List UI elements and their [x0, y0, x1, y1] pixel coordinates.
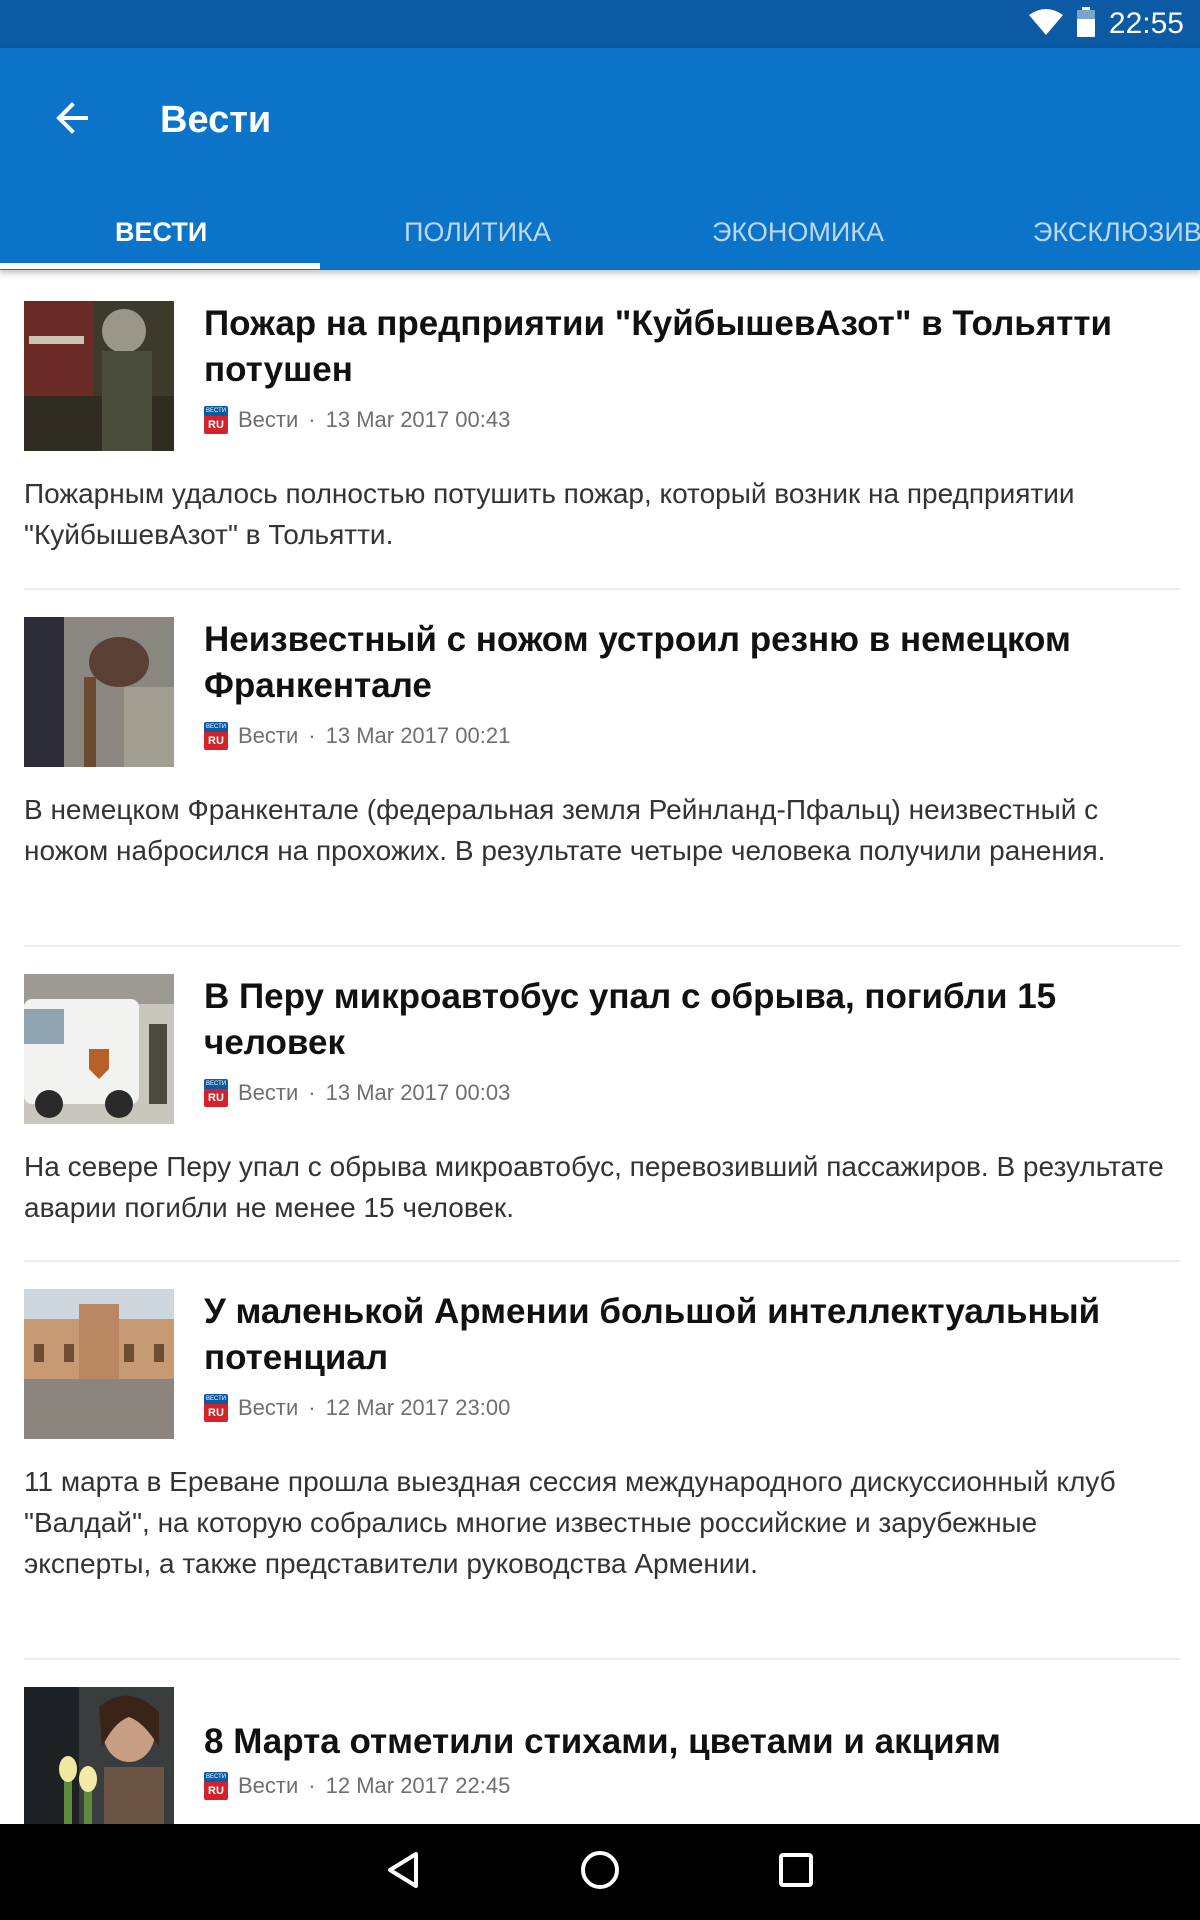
article-date: 12 Mar 2017 22:45: [325, 1773, 511, 1798]
tab-vesti[interactable]: ВЕСТИ: [115, 208, 207, 266]
nav-home-button[interactable]: [570, 1842, 630, 1902]
news-feed[interactable]: Пожар на предприятии "КуйбышевАзот" в То…: [0, 270, 1200, 1824]
article-thumbnail: [24, 1289, 174, 1439]
article-source: Вести: [238, 723, 299, 748]
status-bar: 22:55: [0, 0, 1200, 48]
status-icons: 22:55: [1028, 0, 1184, 48]
meta-separator: ·: [308, 1080, 316, 1105]
source-logo: ВЕСТИ RU: [204, 406, 228, 434]
article-meta: ВЕСТИ RU Вести · 12 Mar 2017 22:45: [204, 1771, 510, 1801]
source-logo: ВЕСТИ RU: [204, 722, 228, 750]
battery-icon: [1076, 7, 1095, 41]
article-summary: 11 марта в Ереване прошла выездная сесси…: [24, 1466, 1116, 1579]
article-thumbnail: [24, 301, 174, 451]
status-time: 22:55: [1108, 7, 1184, 40]
article-title[interactable]: В Перу микроавтобус упал с обрыва, погиб…: [204, 974, 1164, 1066]
tab-bar: ВЕСТИ ПОЛИТИКА ЭКОНОМИКА ЭКСКЛЮЗИВ: [0, 208, 1200, 270]
article-meta: ВЕСТИ RU Вести · 13 Mar 2017 00:03: [204, 1078, 510, 1108]
article-meta: ВЕСТИ RU Вести · 13 Mar 2017 00:21: [204, 721, 510, 751]
back-triangle-icon: [384, 1850, 424, 1894]
source-logo: ВЕСТИ RU: [204, 1772, 228, 1800]
source-logo: ВЕСТИ RU: [204, 1079, 228, 1107]
page-title: Вести: [160, 99, 272, 141]
system-nav-bar: [0, 1824, 1200, 1920]
article-source: Вести: [238, 1773, 299, 1798]
divider: [24, 588, 1180, 590]
article-summary: На севере Перу упал с обрыва микроавтобу…: [24, 1151, 1164, 1223]
tab-politika[interactable]: ПОЛИТИКА: [404, 208, 551, 266]
article-summary: В немецком Франкентале (федеральная земл…: [24, 794, 1106, 866]
app-bar: Вести ВЕСТИ ПОЛИТИКА ЭКОНОМИКА ЭКСКЛЮЗИВ: [0, 48, 1200, 270]
article-date: 12 Mar 2017 23:00: [325, 1395, 511, 1420]
article-title[interactable]: Неизвестный с ножом устроил резню в неме…: [204, 617, 1164, 709]
arrow-back-icon: [54, 102, 90, 138]
article-thumbnail: [24, 617, 174, 767]
article-meta: ВЕСТИ RU Вести · 13 Mar 2017 00:43: [204, 405, 510, 435]
article-date: 13 Mar 2017 00:21: [325, 723, 511, 748]
divider: [24, 1658, 1180, 1660]
article-date: 13 Mar 2017 00:43: [325, 407, 511, 432]
article-source: Вести: [238, 1395, 299, 1420]
article-source: Вести: [238, 1080, 299, 1105]
tab-ekonomika[interactable]: ЭКОНОМИКА: [712, 208, 884, 266]
tab-eksklyuziv[interactable]: ЭКСКЛЮЗИВ: [1033, 208, 1200, 266]
article-title[interactable]: 8 Марта отметили стихами, цветами и акци…: [204, 1719, 1164, 1765]
back-button[interactable]: [40, 88, 104, 152]
nav-back-button[interactable]: [374, 1842, 434, 1902]
meta-separator: ·: [308, 723, 316, 748]
article-thumbnail: [24, 974, 174, 1124]
recents-square-icon: [777, 1851, 815, 1893]
home-circle-icon: [579, 1849, 621, 1895]
wifi-icon: [1028, 9, 1063, 39]
meta-separator: ·: [308, 407, 316, 432]
nav-recents-button[interactable]: [766, 1842, 826, 1902]
article-meta: ВЕСТИ RU Вести · 12 Mar 2017 23:00: [204, 1393, 510, 1423]
article-title[interactable]: Пожар на предприятии "КуйбышевАзот" в То…: [204, 301, 1164, 393]
article-thumbnail: [24, 1687, 174, 1824]
article-title[interactable]: У маленькой Армении большой интеллектуал…: [204, 1289, 1164, 1381]
article-summary: Пожарным удалось полностью потушить пожа…: [24, 478, 1075, 550]
divider: [24, 1260, 1180, 1262]
divider: [24, 945, 1180, 947]
article-source: Вести: [238, 407, 299, 432]
article-date: 13 Mar 2017 00:03: [325, 1080, 511, 1105]
source-logo: ВЕСТИ RU: [204, 1394, 228, 1422]
meta-separator: ·: [308, 1395, 316, 1420]
meta-separator: ·: [308, 1773, 316, 1798]
tab-indicator: [0, 263, 320, 269]
